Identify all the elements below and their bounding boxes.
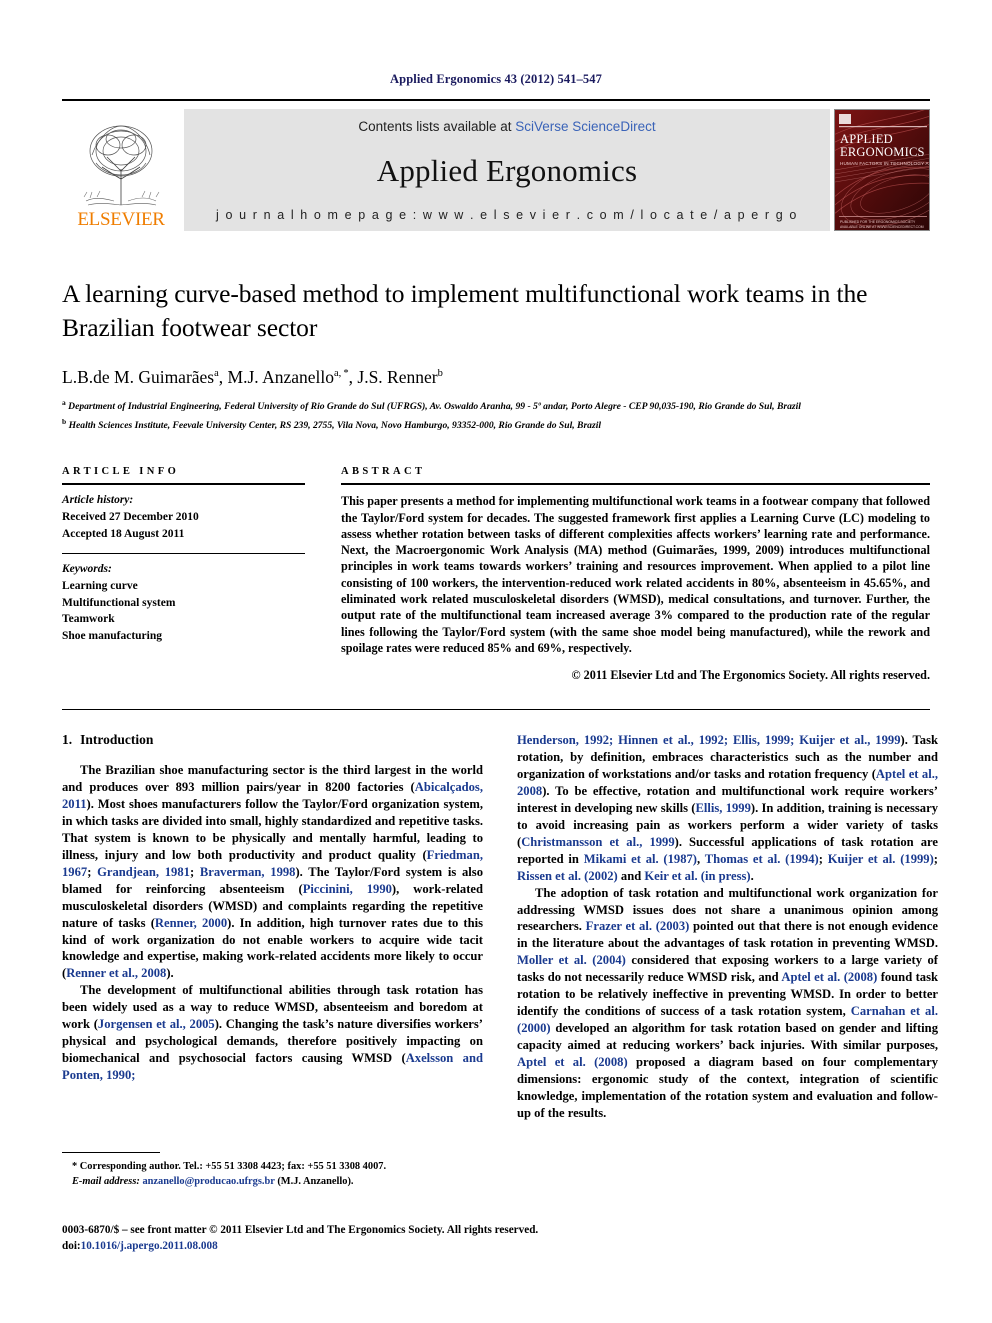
body-separator-rule — [62, 709, 930, 711]
abstract-copyright: © 2011 Elsevier Ltd and The Ergonomics S… — [571, 668, 930, 683]
article-history-block: Article history: Received 27 December 20… — [62, 485, 305, 553]
corresponding-author-line: * Corresponding author. Tel.: +55 51 330… — [72, 1161, 387, 1172]
doi-line: doi:10.1016/j.apergo.2011.08.008 — [62, 1238, 562, 1254]
keywords-label: Keywords: — [62, 563, 112, 576]
journal-homepage[interactable]: j o u r n a l h o m e p a g e : w w w . … — [216, 208, 798, 222]
running-head: Applied Ergonomics 43 (2012) 541–547 — [390, 72, 602, 86]
svg-text:AVAILABLE ONLINE AT WWW.SCIENC: AVAILABLE ONLINE AT WWW.SCIENCEDIRECT.CO… — [840, 225, 924, 229]
citation-link[interactable]: Piccinini, 1990 — [303, 882, 392, 896]
elsevier-logo: ELSEVIER — [62, 109, 180, 231]
contents-prefix: Contents lists available at — [358, 119, 516, 134]
journal-cover-thumbnail[interactable]: APPLIED ERGONOMICS HUMAN FACTORS IN TECH… — [834, 109, 930, 231]
section-heading-introduction: 1. Introduction — [62, 732, 483, 748]
keyword-item: Shoe manufacturing — [62, 630, 162, 643]
page-title: A learning curve-based method to impleme… — [62, 279, 868, 342]
body-column-right: Henderson, 1992; Hinnen et al., 1992; El… — [517, 732, 938, 1122]
citation-link[interactable]: Axelsson and Ponten, 1990; — [62, 1051, 483, 1082]
citation-link[interactable]: Frazer et al. (2003) — [586, 919, 690, 933]
svg-text:APPLIED: APPLIED — [840, 132, 893, 146]
abstract-column: ABSTRACT This paper presents a method fo… — [341, 466, 930, 683]
sciencedirect-link[interactable]: SciVerse ScienceDirect — [515, 119, 655, 134]
paragraph: The Brazilian shoe manufacturing sector … — [62, 763, 484, 981]
affiliation-b: b Health Sciences Institute, Feevale Uni… — [62, 416, 602, 431]
email-link[interactable]: anzanello@producao.ufrgs.br — [142, 1176, 274, 1187]
paragraph: Henderson, 1992; Hinnen et al., 1992; El… — [517, 733, 939, 883]
title-block: A learning curve-based method to impleme… — [62, 277, 930, 433]
abstract-text: This paper presents a method for impleme… — [341, 494, 930, 655]
keywords-block: Keywords: Learning curve Multifunctional… — [62, 554, 305, 655]
received-date: Received 27 December 2010 — [62, 511, 199, 524]
citation-link[interactable]: Kuijer et al. (1999) — [828, 852, 934, 866]
svg-text:PUBLISHED FOR THE ERGONOMICS S: PUBLISHED FOR THE ERGONOMICS SOCIETY — [840, 220, 916, 224]
info-abstract-region: ARTICLE INFO Article history: Received 2… — [62, 466, 930, 683]
citation-link[interactable]: Abicalçados, 2011 — [62, 780, 483, 811]
doi-label: doi: — [62, 1240, 81, 1253]
citation-link[interactable]: Mikami et al. (1987) — [584, 852, 697, 866]
citation-link[interactable]: Ellis, 1999 — [695, 801, 750, 815]
author-list: L.B.de M. Guimarãesa, M.J. Anzanelloa, *… — [62, 366, 443, 387]
elsevier-wordmark: ELSEVIER — [77, 209, 165, 230]
footnote-rule — [62, 1152, 160, 1153]
contents-line: Contents lists available at SciVerse Sci… — [358, 119, 655, 134]
article-history-label: Article history: — [62, 494, 134, 507]
section-title: Introduction — [80, 732, 154, 748]
keyword-item: Teamwork — [62, 613, 115, 626]
issn-line: 0003-6870/$ – see front matter © 2011 El… — [62, 1224, 539, 1236]
body-column-left: 1. Introduction The Brazilian shoe manufa… — [62, 732, 483, 1122]
page-footer: 0003-6870/$ – see front matter © 2011 El… — [62, 1222, 562, 1254]
corresponding-author-footnote: * Corresponding author. Tel.: +55 51 330… — [62, 1152, 483, 1190]
article-info-column: ARTICLE INFO Article history: Received 2… — [62, 466, 305, 683]
citation-link[interactable]: Thomas et al. (1994) — [705, 852, 819, 866]
email-label: E-mail address: — [72, 1176, 140, 1188]
accepted-date: Accepted 18 August 2011 — [62, 527, 185, 540]
citation-link[interactable]: Christmansson et al., 1999 — [521, 835, 674, 849]
journal-title: Applied Ergonomics — [376, 153, 638, 188]
citation-link[interactable]: Renner et al., 2008 — [66, 966, 166, 980]
body-columns: 1. Introduction The Brazilian shoe manufa… — [62, 732, 938, 1122]
journal-band: Contents lists available at SciVerse Sci… — [184, 109, 830, 231]
section-number: 1. — [62, 732, 73, 748]
svg-text:HUMAN FACTORS IN TECHNOLOGY AN: HUMAN FACTORS IN TECHNOLOGY AND SOCIETY — [840, 161, 930, 166]
doi-link[interactable]: 10.1016/j.apergo.2011.08.008 — [81, 1240, 218, 1252]
citation-link[interactable]: Grandjean, 1981 — [97, 865, 190, 879]
citation-link[interactable]: Moller et al. (2004) — [517, 953, 626, 967]
citation-link[interactable]: Jorgensen et al., 2005 — [98, 1017, 215, 1031]
abstract-heading: ABSTRACT — [341, 466, 426, 478]
masthead-top-rule — [62, 99, 930, 101]
citation-link[interactable]: Keir et al. (in press) — [644, 869, 750, 883]
keyword-item: Learning curve — [62, 580, 138, 593]
citation-link[interactable]: Aptel et al. (2008) — [517, 1055, 628, 1069]
paper-page: Applied Ergonomics 43 (2012) 541–547 ELS… — [0, 0, 992, 1323]
citation-link[interactable]: Aptel et al., 2008 — [517, 767, 938, 798]
citation-link[interactable]: Henderson, 1992; Hinnen et al., 1992; El… — [517, 733, 901, 747]
citation-link[interactable]: Carnahan et al. (2000) — [517, 1004, 938, 1035]
affiliation-a: a Department of Industrial Engineering, … — [62, 397, 801, 412]
citation-link[interactable]: Rissen et al. (2002) — [517, 869, 618, 883]
article-info-heading: ARTICLE INFO — [62, 466, 180, 478]
citation-link[interactable]: Braverman, 1998 — [200, 865, 296, 879]
svg-text:ERGONOMICS: ERGONOMICS — [840, 145, 925, 159]
elsevier-tree-icon — [78, 117, 164, 209]
paragraph: The development of multifunctional abili… — [62, 983, 483, 1083]
email-owner: (M.J. Anzanello). — [277, 1176, 354, 1188]
email-line: E-mail address: anzanello@producao.ufrgs… — [62, 1174, 483, 1189]
paragraph: The adoption of task rotation and multif… — [517, 885, 938, 1120]
citation-link[interactable]: Aptel et al. (2008) — [781, 970, 877, 984]
citation-link[interactable]: Renner, 2000 — [155, 916, 227, 930]
journal-masthead: ELSEVIER Contents lists available at Sci… — [62, 109, 930, 231]
keyword-item: Multifunctional system — [62, 596, 176, 609]
